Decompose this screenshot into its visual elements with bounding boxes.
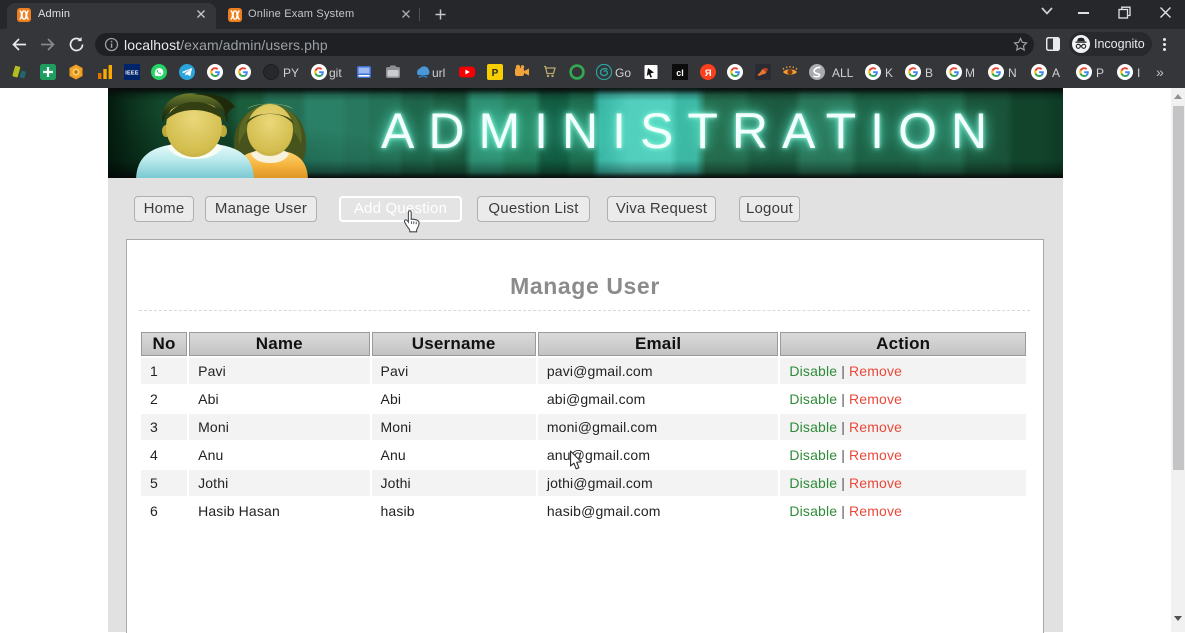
svg-text:P: P	[492, 68, 499, 79]
svg-text:IEEE: IEEE	[125, 71, 139, 77]
svg-text:cl: cl	[676, 68, 684, 78]
svg-text:R: R	[705, 68, 712, 79]
